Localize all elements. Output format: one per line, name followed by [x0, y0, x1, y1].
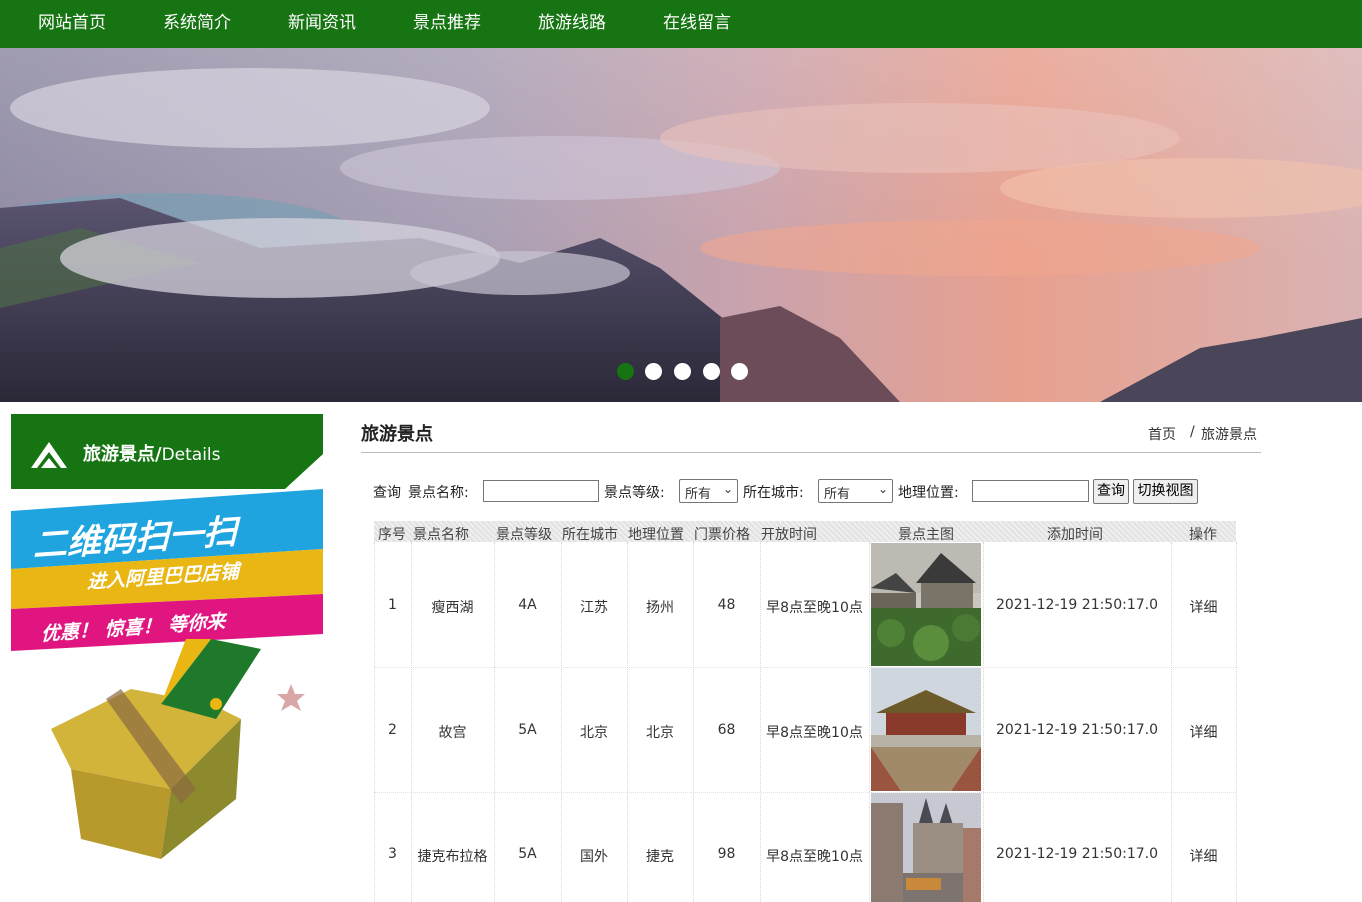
grid-line — [869, 542, 870, 902]
cell-hours: 早8点至晚10点 — [766, 600, 863, 616]
palace-hall-photo[interactable] — [871, 668, 981, 791]
top-nav: 网站首页 系统简介 新闻资讯 景点推荐 旅游线路 在线留言 — [0, 0, 1362, 48]
sidebar-title-main: 旅游景点/ — [83, 444, 162, 465]
col-no: 序号 — [378, 527, 406, 543]
col-city: 所在城市 — [562, 527, 618, 543]
cell-no: 1 — [388, 597, 397, 613]
cell-level: 5A — [518, 846, 537, 862]
name-search-input[interactable] — [483, 480, 599, 502]
nav-about[interactable]: 系统简介 — [163, 0, 231, 48]
grid-line — [1236, 542, 1237, 902]
cell-level: 5A — [518, 722, 537, 738]
city-label: 所在城市: — [743, 485, 804, 501]
slide-dot-3[interactable] — [674, 363, 691, 380]
city-select[interactable]: 所有 ⌄ — [818, 479, 893, 503]
prague-street-photo[interactable] — [871, 793, 981, 902]
level-select-value: 所有 — [685, 487, 712, 502]
cell-added: 2021-12-19 21:50:17.0 — [995, 722, 1159, 738]
cell-name: 故宫 — [438, 725, 467, 741]
sidebar-title-sub: Details — [161, 445, 221, 465]
sidebar-title: 旅游景点/Details — [83, 440, 221, 466]
level-label: 景点等级: — [604, 485, 665, 501]
col-price: 门票价格 — [694, 527, 750, 543]
cell-location: 捷克 — [646, 849, 674, 865]
nav-attractions[interactable]: 景点推荐 — [413, 0, 481, 48]
city-select-value: 所有 — [824, 487, 851, 502]
detail-link[interactable]: 详细 — [1171, 846, 1236, 866]
row-divider — [374, 667, 1236, 668]
slide-dot-5[interactable] — [731, 363, 748, 380]
nav-routes[interactable]: 旅游线路 — [538, 0, 606, 48]
cell-no: 2 — [388, 722, 397, 738]
cell-added: 2021-12-19 21:50:17.0 — [995, 846, 1159, 862]
col-added: 添加时间 — [1047, 527, 1103, 543]
cell-price: 48 — [717, 597, 736, 613]
cell-price: 68 — [717, 722, 736, 738]
page-title: 旅游景点 — [361, 424, 433, 445]
cell-city: 江苏 — [580, 600, 608, 616]
slide-dot-4[interactable] — [703, 363, 720, 380]
nav-messages[interactable]: 在线留言 — [663, 0, 731, 48]
cell-hours: 早8点至晚10点 — [766, 849, 863, 865]
garden-pavilion-photo[interactable] — [871, 543, 981, 666]
cell-name: 瘦西湖 — [431, 600, 474, 616]
cell-added: 2021-12-19 21:50:17.0 — [995, 597, 1159, 613]
sidebar-title-box: 旅游景点/Details — [11, 414, 323, 489]
location-label: 地理位置: — [898, 485, 959, 501]
hero-banner — [0, 48, 1362, 402]
col-hours: 开放时间 — [761, 527, 817, 543]
query-label: 查询 — [373, 485, 401, 501]
detail-link[interactable]: 详细 — [1171, 597, 1236, 617]
cell-level: 4A — [518, 597, 537, 613]
breadcrumb-separator: / — [1190, 424, 1195, 440]
cell-hours: 早8点至晚10点 — [766, 725, 863, 741]
promo-banner[interactable]: 二维码扫一扫 进入阿里巴巴店铺 优惠！ 惊喜！ 等你来 — [11, 489, 323, 869]
search-button[interactable]: 查询 — [1093, 479, 1129, 504]
breadcrumb-home[interactable]: 首页 — [1148, 424, 1176, 444]
level-select[interactable]: 所有 ⌄ — [679, 479, 738, 503]
breadcrumb-current: 旅游景点 — [1201, 427, 1257, 443]
col-image: 景点主图 — [898, 527, 954, 543]
col-level: 景点等级 — [496, 527, 552, 543]
cell-no: 3 — [388, 846, 397, 862]
title-divider — [361, 452, 1261, 453]
name-label: 景点名称: — [408, 485, 469, 501]
corner-fold — [285, 454, 323, 489]
col-location: 地理位置 — [628, 527, 684, 543]
switch-view-button[interactable]: 切换视图 — [1133, 479, 1198, 504]
cell-location: 扬州 — [646, 600, 674, 616]
detail-link[interactable]: 详细 — [1171, 722, 1236, 742]
cell-city: 北京 — [580, 725, 608, 741]
location-search-input[interactable] — [972, 480, 1089, 502]
row-divider — [374, 792, 1236, 793]
cell-city: 国外 — [580, 849, 608, 865]
nav-home[interactable]: 网站首页 — [38, 0, 106, 48]
cell-location: 北京 — [646, 725, 674, 741]
slide-dot-1[interactable] — [617, 363, 634, 380]
chevron-down-icon: ⌄ — [722, 482, 733, 496]
cell-name: 捷克布拉格 — [417, 849, 488, 865]
nav-news[interactable]: 新闻资讯 — [288, 0, 356, 48]
mountain-icon — [31, 442, 67, 468]
cell-price: 98 — [717, 846, 736, 862]
col-action: 操作 — [1189, 527, 1217, 543]
slide-dot-2[interactable] — [645, 363, 662, 380]
mountain-sunset-image — [0, 48, 1362, 402]
col-name: 景点名称 — [413, 527, 469, 543]
chevron-down-icon: ⌄ — [877, 482, 888, 496]
